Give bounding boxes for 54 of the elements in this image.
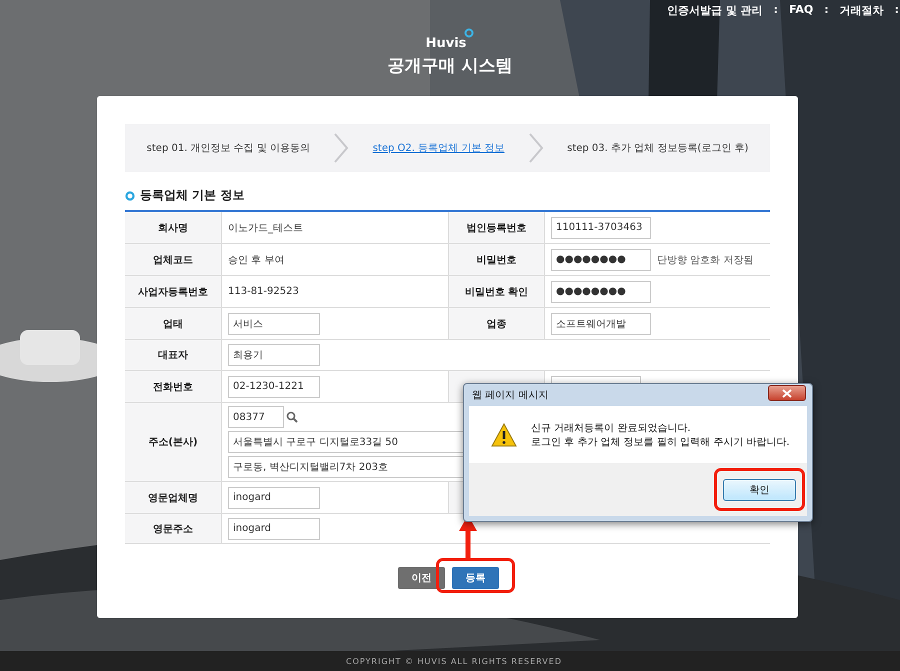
field-label: 영문업체명 (125, 482, 222, 513)
warning-icon (491, 422, 517, 446)
field-label: 업종 (448, 308, 545, 339)
password-field[interactable]: ●●●●●●●● (551, 280, 651, 302)
chevron-icon (528, 133, 544, 163)
field-label: 사업자등록번호 (125, 276, 222, 307)
nav-separator: : (823, 3, 830, 18)
input-field[interactable]: 최용기 (228, 344, 320, 366)
field-value: 이노가드_테스트 (228, 222, 303, 234)
section-title: 등록업체 기본 정보 (140, 187, 244, 204)
field-note: 단방향 암호화 저장됨 (657, 254, 754, 266)
field-label: 주소(본사) (125, 403, 222, 481)
ring-icon (125, 190, 135, 200)
field-value: 113-81-92523 (228, 286, 299, 297)
input-field[interactable]: 서비스 (228, 312, 320, 334)
dialog-title: 웹 페이지 메시지 (471, 389, 548, 402)
close-button[interactable] (768, 385, 806, 401)
dialog-message: 로그인 후 추가 업체 정보를 필히 입력해 주시기 바랍니다. (531, 436, 790, 448)
field-label: 영문주소 (125, 514, 222, 543)
chevron-icon (333, 133, 350, 163)
field-label: 비밀번호 (448, 244, 545, 275)
field-value: 승인 후 부여 (228, 254, 284, 266)
nav-link[interactable]: 인증서발급 및 관리 (666, 3, 763, 18)
ok-button[interactable]: 확인 (723, 479, 796, 501)
field-label: 비밀번호 확인 (448, 276, 545, 307)
step-tab[interactable]: step 01. 개인정보 수집 및 이용동의 (146, 141, 310, 155)
field-label: 회사명 (125, 212, 222, 243)
ring-icon (464, 28, 474, 38)
search-icon[interactable] (286, 411, 298, 423)
nav-separator: : (772, 3, 780, 18)
nav-separator: : (894, 3, 900, 18)
field-label: 법인등록번호 (448, 212, 545, 243)
field-label: 업체코드 (125, 244, 222, 275)
input-field[interactable]: 소프트웨어개발 (551, 312, 651, 334)
input-field[interactable]: inogard (228, 486, 320, 508)
logo-text: Huvis (426, 36, 466, 51)
field-label: 업태 (125, 308, 222, 339)
step-tab[interactable]: step O2. 등록업체 기본 정보 (372, 141, 504, 155)
nav-link[interactable]: 거래절차 (840, 3, 884, 18)
dialog-message: 신규 거래처등록이 완료되었습니다. (531, 422, 692, 434)
step-tab[interactable]: step 03. 추가 업체 정보등록(로그인 후) (567, 141, 748, 155)
input-field[interactable]: 110111-3703463 (551, 216, 651, 238)
field-label: 대표자 (125, 340, 222, 370)
input-field[interactable]: inogard (228, 518, 320, 540)
copyright-text: COPYRIGHT © HUVIS ALL RIGHTS RESERVED (345, 656, 562, 666)
back-button[interactable]: 이전 (398, 567, 445, 589)
site-title: 공개구매 시스템 (388, 55, 512, 77)
close-icon[interactable] (782, 388, 792, 398)
field-label: 전화번호 (125, 371, 222, 402)
register-button[interactable]: 등록 (452, 567, 499, 589)
password-field[interactable]: ●●●●●●●● (551, 248, 651, 270)
zip-field[interactable]: 08377 (228, 406, 284, 428)
input-field[interactable]: 02-1230-1221 (228, 376, 320, 398)
nav-link[interactable]: FAQ (789, 3, 814, 18)
